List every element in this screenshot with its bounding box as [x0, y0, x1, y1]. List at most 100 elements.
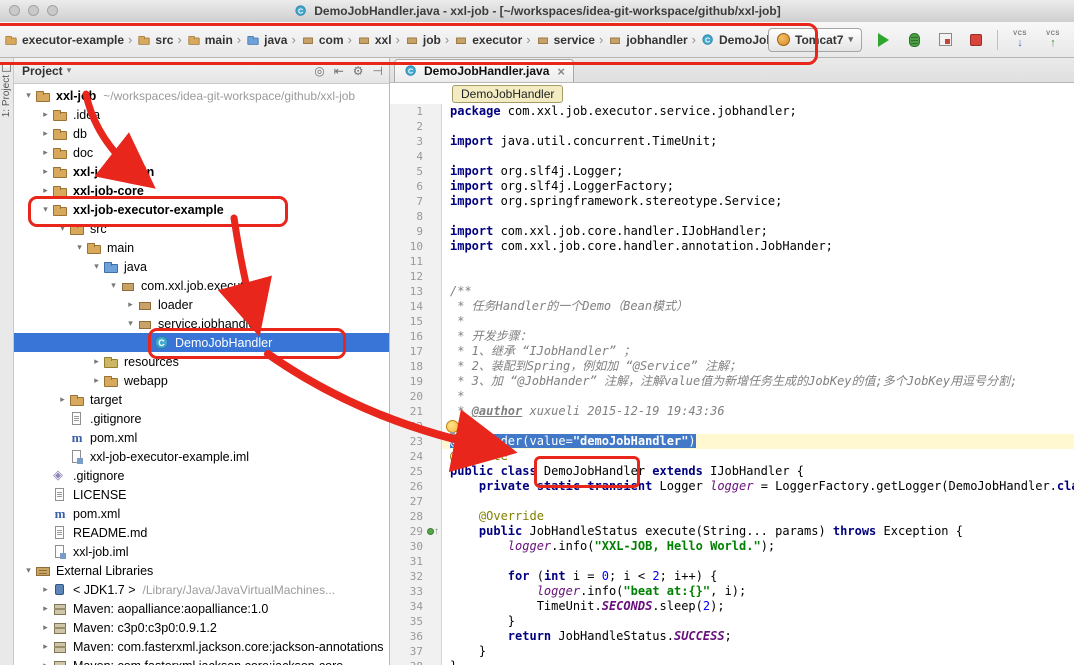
gutter[interactable]: 2 — [390, 119, 442, 134]
tree-row[interactable]: README.md — [14, 523, 389, 542]
breadcrumb-item[interactable]: DemoJobHandler — [699, 32, 768, 48]
tree-row[interactable]: ▾main — [14, 238, 389, 257]
tree-row[interactable]: ▸Maven: c3p0:c3p0:0.9.1.2 — [14, 618, 389, 637]
tree-row[interactable]: pom.xml — [14, 428, 389, 447]
line-number[interactable]: 17 — [390, 344, 426, 359]
tree-row[interactable]: LICENSE — [14, 485, 389, 504]
gear-icon[interactable]: ⚙ — [353, 64, 364, 78]
expand-arrow[interactable]: ▾ — [73, 242, 86, 253]
gutter[interactable]: 11 — [390, 254, 442, 269]
line-number[interactable]: 12 — [390, 269, 426, 284]
tree-row[interactable]: ▸xxl-job-admin — [14, 162, 389, 181]
expand-arrow[interactable]: ▸ — [39, 584, 52, 595]
project-panel-title[interactable]: Project — [22, 64, 63, 78]
code-line[interactable]: 4 — [390, 149, 1074, 164]
debug-button[interactable] — [904, 30, 924, 50]
breadcrumb-item[interactable]: executor-example — [2, 32, 125, 48]
code-line[interactable]: 38} — [390, 659, 1074, 665]
code-line[interactable]: 12 — [390, 269, 1074, 284]
minimize-window-button[interactable] — [28, 5, 39, 16]
line-number[interactable]: 18 — [390, 359, 426, 374]
code-line[interactable]: 34 TimeUnit.SECONDS.sleep(2); — [390, 599, 1074, 614]
line-number[interactable]: 9 — [390, 224, 426, 239]
code-line[interactable]: 13/** — [390, 284, 1074, 299]
gutter[interactable]: 21 — [390, 404, 442, 419]
tree-row[interactable]: .gitignore — [14, 409, 389, 428]
line-number[interactable]: 23 — [390, 434, 426, 449]
line-number[interactable]: 16 — [390, 329, 426, 344]
code-line[interactable]: 14 * 任务Handler的一个Demo（Bean模式） — [390, 299, 1074, 314]
breadcrumb-item[interactable]: src — [135, 32, 174, 48]
expand-arrow[interactable]: ▸ — [39, 109, 52, 120]
tree-row[interactable]: ▾java — [14, 257, 389, 276]
code-line[interactable]: 20 * — [390, 389, 1074, 404]
tree-row[interactable]: ▸target — [14, 390, 389, 409]
expand-arrow[interactable]: ▾ — [107, 280, 120, 291]
line-number[interactable]: 20 — [390, 389, 426, 404]
line-number[interactable]: 34 — [390, 599, 426, 614]
code-line[interactable]: 22 */ — [390, 419, 1074, 434]
gutter[interactable]: 8 — [390, 209, 442, 224]
gutter[interactable]: 31 — [390, 554, 442, 569]
tree-row[interactable]: ▸xxl-job-core — [14, 181, 389, 200]
code-line[interactable]: 11 — [390, 254, 1074, 269]
gutter[interactable]: 4 — [390, 149, 442, 164]
tree-row[interactable]: ▾src — [14, 219, 389, 238]
gutter[interactable]: 19 — [390, 374, 442, 389]
gutter[interactable]: 12 — [390, 269, 442, 284]
code-line[interactable]: 8 — [390, 209, 1074, 224]
line-number[interactable]: 24 — [390, 449, 426, 464]
code-line[interactable]: 37 } — [390, 644, 1074, 659]
override-gutter-icon[interactable]: ↑ — [426, 524, 441, 539]
expand-arrow[interactable]: ▸ — [124, 299, 137, 310]
vcs-update-button[interactable]: VCS↓ — [1009, 30, 1031, 50]
gutter[interactable]: 26 — [390, 479, 442, 494]
line-number[interactable]: 21 — [390, 404, 426, 419]
expand-arrow[interactable]: ▸ — [39, 185, 52, 196]
run-configuration-select[interactable]: Tomcat7 ▾ — [768, 28, 862, 52]
gutter[interactable]: 22 — [390, 419, 442, 434]
expand-arrow[interactable]: ▸ — [39, 128, 52, 139]
code-line[interactable]: 1package com.xxl.job.executor.service.jo… — [390, 104, 1074, 119]
gutter[interactable]: 37 — [390, 644, 442, 659]
tree-row[interactable]: ▸resources — [14, 352, 389, 371]
gutter[interactable]: 5 — [390, 164, 442, 179]
code-line[interactable]: 31 — [390, 554, 1074, 569]
line-number[interactable]: 14 — [390, 299, 426, 314]
tree-row[interactable]: ▸db — [14, 124, 389, 143]
locate-file-icon[interactable]: ◎ — [314, 64, 324, 78]
expand-arrow[interactable]: ▸ — [39, 603, 52, 614]
gutter[interactable]: 32 — [390, 569, 442, 584]
tree-row[interactable]: ▾External Libraries — [14, 561, 389, 580]
code-line[interactable]: 26 private static transient Logger logge… — [390, 479, 1074, 494]
tree-row[interactable]: pom.xml — [14, 504, 389, 523]
expand-arrow[interactable]: ▸ — [39, 641, 52, 652]
code-line[interactable]: 21 * @author xuxueli 2015-12-19 19:43:36 — [390, 404, 1074, 419]
code-line[interactable]: 7import org.springframework.stereotype.S… — [390, 194, 1074, 209]
gutter[interactable]: 16 — [390, 329, 442, 344]
code-line[interactable]: 18 * 2、装配到Spring，例如加 “@Service” 注解； — [390, 359, 1074, 374]
tree-row[interactable]: xxl-job-executor-example.iml — [14, 447, 389, 466]
close-window-button[interactable] — [9, 5, 20, 16]
code-line[interactable]: 24@Service — [390, 449, 1074, 464]
line-number[interactable]: 33 — [390, 584, 426, 599]
gutter[interactable]: 9 — [390, 224, 442, 239]
vcs-commit-button[interactable]: VCS↑ — [1042, 30, 1064, 50]
code-line[interactable]: 16 * 开发步骤： — [390, 329, 1074, 344]
breadcrumb-item[interactable]: com — [299, 32, 345, 48]
code-line[interactable]: 33 logger.info("beat at:{}", i); — [390, 584, 1074, 599]
line-number[interactable]: 4 — [390, 149, 426, 164]
line-number[interactable]: 13 — [390, 284, 426, 299]
breadcrumb-item[interactable]: service — [534, 32, 596, 48]
line-number[interactable]: 22 — [390, 419, 426, 434]
gutter[interactable]: 34 — [390, 599, 442, 614]
gutter[interactable]: 10 — [390, 239, 442, 254]
expand-arrow[interactable]: ▾ — [22, 90, 35, 101]
tree-row[interactable]: .gitignore — [14, 466, 389, 485]
expand-arrow[interactable]: ▾ — [39, 204, 52, 215]
code-line[interactable]: 28 @Override — [390, 509, 1074, 524]
gutter[interactable]: 7 — [390, 194, 442, 209]
breadcrumb-item[interactable]: main — [185, 32, 234, 48]
code-line[interactable]: 2 — [390, 119, 1074, 134]
tree-row[interactable]: ▸loader — [14, 295, 389, 314]
